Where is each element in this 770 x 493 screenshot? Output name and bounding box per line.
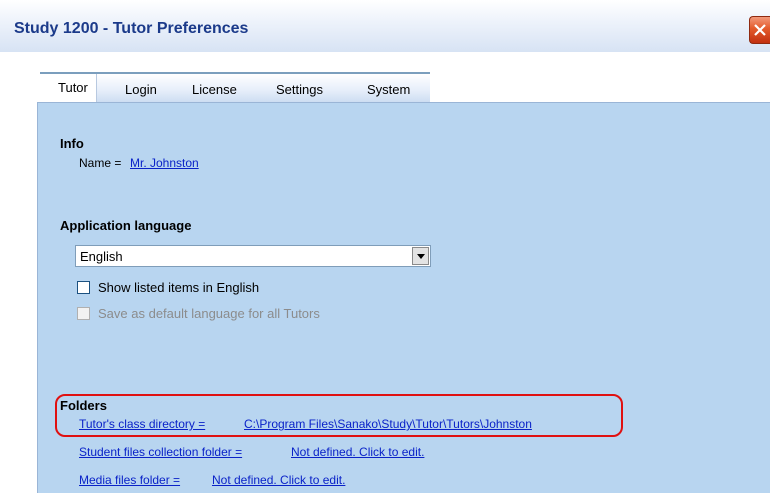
- save-default-language-label: Save as default language for all Tutors: [98, 306, 320, 321]
- student-files-folder-value-link[interactable]: Not defined. Click to edit.: [291, 445, 424, 459]
- tab-settings[interactable]: Settings: [276, 82, 323, 97]
- close-x-icon: [754, 24, 766, 36]
- chevron-down-icon: [417, 254, 425, 259]
- media-files-folder-value-link[interactable]: Not defined. Click to edit.: [212, 473, 345, 487]
- language-dropdown-button[interactable]: [412, 247, 429, 265]
- close-button[interactable]: [749, 16, 770, 44]
- tab-strip: Tutor Login License Settings System: [40, 72, 430, 104]
- highlight-annotation: [55, 394, 623, 437]
- tab-tutor[interactable]: Tutor: [58, 80, 88, 95]
- tab-license[interactable]: License: [192, 82, 237, 97]
- show-in-english-label: Show listed items in English: [98, 280, 260, 295]
- language-select[interactable]: English: [75, 245, 431, 267]
- student-files-folder-label-link[interactable]: Student files collection folder =: [79, 445, 242, 459]
- language-select-value: English: [80, 249, 123, 264]
- tab-login[interactable]: Login: [125, 82, 157, 97]
- window-title: Study 1200 - Tutor Preferences: [14, 20, 249, 37]
- application-language-heading: Application language: [60, 218, 192, 233]
- tab-system[interactable]: System: [367, 82, 410, 97]
- show-in-english-checkbox[interactable]: [77, 281, 90, 294]
- info-heading: Info: [60, 136, 84, 151]
- tutor-name-link[interactable]: Mr. Johnston: [130, 156, 199, 170]
- name-label: Name =: [79, 156, 122, 170]
- save-default-language-checkbox: [77, 307, 90, 320]
- title-bar: Study 1200 - Tutor Preferences: [0, 0, 770, 52]
- media-files-folder-label-link[interactable]: Media files folder =: [79, 473, 180, 487]
